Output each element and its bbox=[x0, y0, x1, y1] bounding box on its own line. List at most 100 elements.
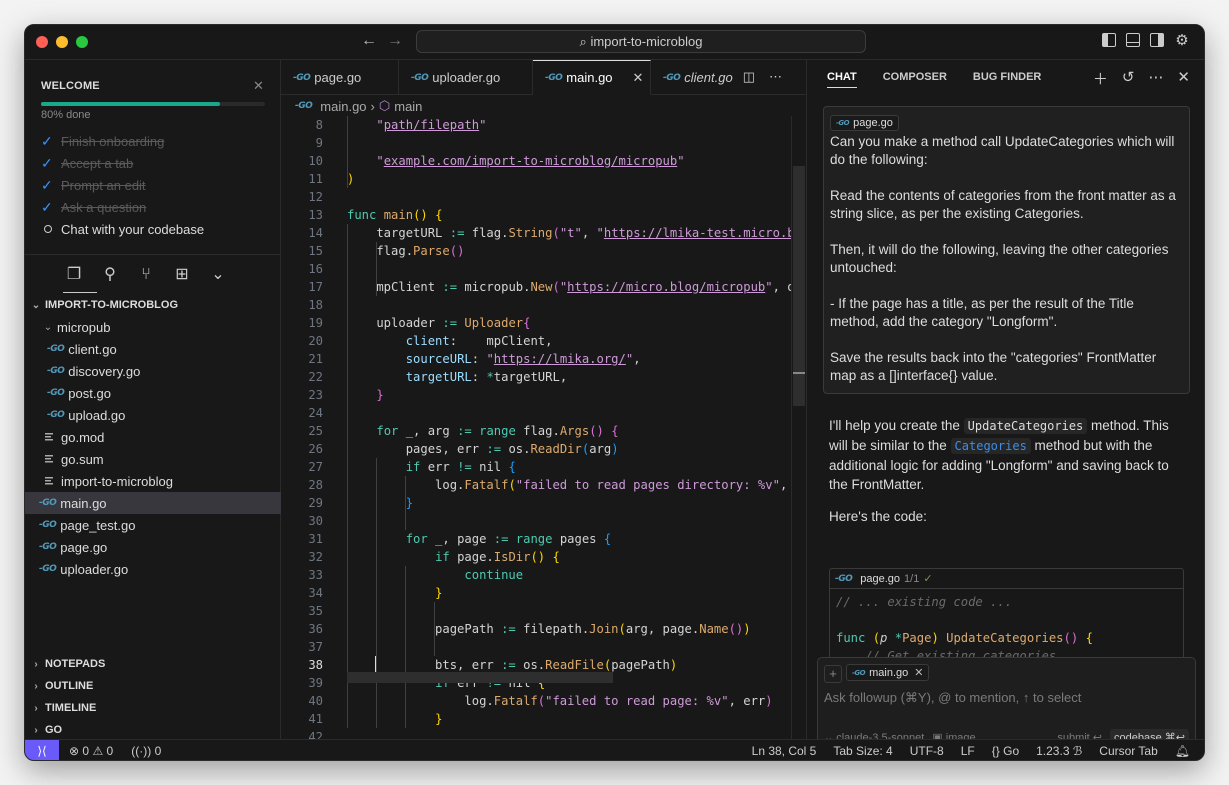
check-icon: ✓ bbox=[923, 573, 933, 585]
sidebar-section-timeline[interactable]: › TIMELINE bbox=[25, 697, 281, 719]
cursor-tab-status[interactable]: Cursor Tab bbox=[1099, 744, 1157, 758]
progress-label: 80% done bbox=[41, 109, 91, 121]
search-icon[interactable]: ⚲ bbox=[101, 266, 119, 284]
maximize-window-button[interactable] bbox=[76, 36, 88, 48]
remote-indicator-icon[interactable]: ⟩⟨ bbox=[25, 739, 59, 760]
tab-uploader-go[interactable]: -GO uploader.go bbox=[399, 60, 533, 95]
go-version[interactable]: 1.23.3 ℬ bbox=[1036, 744, 1082, 758]
tree-file[interactable]: -GO page.go bbox=[25, 536, 281, 558]
tab-main-go[interactable]: -GO main.go ✕ bbox=[533, 60, 651, 95]
tree-file[interactable]: -GO uploader.go bbox=[25, 558, 281, 580]
tree-folder[interactable]: ⌄ micropub bbox=[25, 316, 281, 338]
onboarding-item[interactable]: ✓ Prompt an edit bbox=[41, 174, 204, 196]
remove-context-icon[interactable]: ✕ bbox=[914, 666, 923, 679]
more-actions-icon[interactable]: ⋯ bbox=[1148, 68, 1163, 89]
extensions-icon[interactable]: ⊞ bbox=[173, 266, 191, 284]
toggle-secondary-sidebar-icon[interactable] bbox=[1150, 33, 1164, 47]
more-actions-icon[interactable]: ⋯ bbox=[769, 69, 782, 85]
line-content: targetURL := flag.String("t", "https://l… bbox=[347, 226, 791, 240]
close-icon[interactable]: ✕ bbox=[253, 78, 264, 94]
followup-input[interactable] bbox=[824, 690, 1184, 705]
code-editor[interactable]: 8 "path/filepath" 9 10 "example.com/impor… bbox=[281, 116, 791, 739]
chevron-right-icon: › bbox=[34, 702, 38, 714]
onboarding-item[interactable]: ✓ Accept a tab bbox=[41, 152, 204, 174]
app-window: ← → ⌕ import-to-microblog ⚙ WELCOME ✕ 80… bbox=[24, 24, 1205, 761]
tree-file[interactable]: go.sum bbox=[25, 448, 281, 470]
sidebar-section-notepads[interactable]: › NOTEPADS bbox=[25, 653, 281, 675]
source-control-icon[interactable]: ⑂ bbox=[137, 266, 155, 284]
tree-file[interactable]: import-to-microblog bbox=[25, 470, 281, 492]
tab-client-go[interactable]: -GO client.go bbox=[651, 60, 739, 95]
breadcrumb-file[interactable]: main.go bbox=[320, 99, 366, 114]
toggle-panel-icon[interactable] bbox=[1126, 33, 1140, 47]
language-mode[interactable]: {} Go bbox=[992, 744, 1019, 758]
tab-page-go[interactable]: -GO page.go bbox=[281, 60, 399, 95]
scroll-thumb[interactable] bbox=[793, 166, 805, 406]
chat-tab-bug-finder[interactable]: BUG FINDER bbox=[973, 71, 1041, 88]
sidebar-section-go[interactable]: › GO bbox=[25, 719, 281, 741]
line-content: log.Fatalf("failed to read page: %v", er… bbox=[347, 694, 773, 708]
ports-indicator[interactable]: ((·)) 0 bbox=[131, 744, 161, 758]
back-arrow-icon[interactable]: ← bbox=[361, 32, 377, 50]
code-line: 13 func main() { bbox=[281, 206, 791, 224]
onboarding-item[interactable]: ✓ Ask a question bbox=[41, 196, 204, 218]
explorer-files-icon[interactable]: ❐ bbox=[65, 266, 83, 284]
close-window-button[interactable] bbox=[36, 36, 48, 48]
line-number: 37 bbox=[308, 640, 323, 654]
onboarding-item[interactable]: Chat with your codebase bbox=[41, 218, 204, 240]
close-icon[interactable]: ✕ bbox=[1177, 68, 1190, 89]
history-icon[interactable]: ↺ bbox=[1122, 68, 1135, 89]
tree-file[interactable]: go.mod bbox=[25, 426, 281, 448]
welcome-title: WELCOME bbox=[41, 80, 100, 92]
indent-guide bbox=[376, 458, 377, 728]
tab-label: page.go bbox=[314, 70, 362, 85]
editor-scrollbar[interactable] bbox=[791, 116, 805, 739]
chat-tab-chat[interactable]: CHAT bbox=[827, 71, 857, 88]
context-chip[interactable]: -GO page.go bbox=[830, 115, 899, 131]
cursor-position[interactable]: Ln 38, Col 5 bbox=[752, 744, 817, 758]
chat-tab-composer[interactable]: COMPOSER bbox=[883, 71, 947, 88]
minimize-window-button[interactable] bbox=[56, 36, 68, 48]
go-file-icon: -GO bbox=[39, 564, 57, 574]
notifications-bell-icon[interactable]: 🔔︎ bbox=[1175, 744, 1190, 758]
code-line: 12 bbox=[281, 188, 791, 206]
settings-gear-icon[interactable]: ⚙ bbox=[1174, 33, 1190, 49]
tree-file[interactable]: -GO main.go bbox=[25, 492, 281, 514]
encoding[interactable]: UTF-8 bbox=[910, 744, 944, 758]
chevron-down-icon[interactable]: ⌄ bbox=[209, 266, 227, 284]
close-tab-icon[interactable]: ✕ bbox=[633, 70, 644, 86]
breadcrumb-symbol[interactable]: main bbox=[394, 99, 422, 114]
add-context-button[interactable]: + bbox=[824, 665, 842, 683]
split-editor-icon[interactable]: ◫ bbox=[743, 69, 755, 85]
chevron-down-icon: ⌄ bbox=[43, 321, 53, 333]
context-chip[interactable]: -GO main.go ✕ bbox=[846, 664, 930, 681]
error-icon: ⊗ bbox=[69, 744, 80, 758]
tree-file[interactable]: -GO upload.go bbox=[25, 404, 281, 426]
file-name: post.go bbox=[68, 385, 111, 401]
code-line: 40 log.Fatalf("failed to read page: %v",… bbox=[281, 692, 791, 710]
tree-file[interactable]: -GO page_test.go bbox=[25, 514, 281, 536]
user-message[interactable]: -GO page.go Can you make a method call Up… bbox=[823, 106, 1190, 394]
chevron-right-icon: › bbox=[34, 724, 38, 736]
problems-indicator[interactable]: ⊗ 0 ⚠ 0 bbox=[69, 744, 113, 758]
code-line: 19 uploader := Uploader{ bbox=[281, 314, 791, 332]
code-symbol-link[interactable]: Categories bbox=[950, 438, 1031, 454]
explorer-root[interactable]: ⌄ IMPORT-TO-MICROBLOG bbox=[25, 294, 281, 316]
command-center-search[interactable]: ⌕ import-to-microblog bbox=[416, 30, 866, 53]
toggle-primary-sidebar-icon[interactable] bbox=[1102, 33, 1116, 47]
forward-arrow-icon[interactable]: → bbox=[387, 32, 403, 50]
code-block-file[interactable]: page.go bbox=[860, 573, 900, 585]
tree-file[interactable]: -GO discovery.go bbox=[25, 360, 281, 382]
sidebar-section-outline[interactable]: › OUTLINE bbox=[25, 675, 281, 697]
indentation[interactable]: Tab Size: 4 bbox=[833, 744, 892, 758]
new-chat-icon[interactable]: ＋ bbox=[1093, 68, 1108, 89]
tree-file[interactable]: -GO client.go bbox=[25, 338, 281, 360]
status-bar: ⟩⟨ ⊗ 0 ⚠ 0 ((·)) 0 Ln 38, Col 5 Tab Size… bbox=[25, 739, 1204, 760]
code-line: 14 targetURL := flag.String("t", "https:… bbox=[281, 224, 791, 242]
tree-file[interactable]: -GO post.go bbox=[25, 382, 281, 404]
onboarding-item[interactable]: ✓ Finish onboarding bbox=[41, 130, 204, 152]
end-of-line[interactable]: LF bbox=[961, 744, 975, 758]
line-number: 13 bbox=[308, 208, 323, 222]
progress-fill bbox=[41, 102, 221, 106]
line-number: 25 bbox=[308, 424, 323, 438]
